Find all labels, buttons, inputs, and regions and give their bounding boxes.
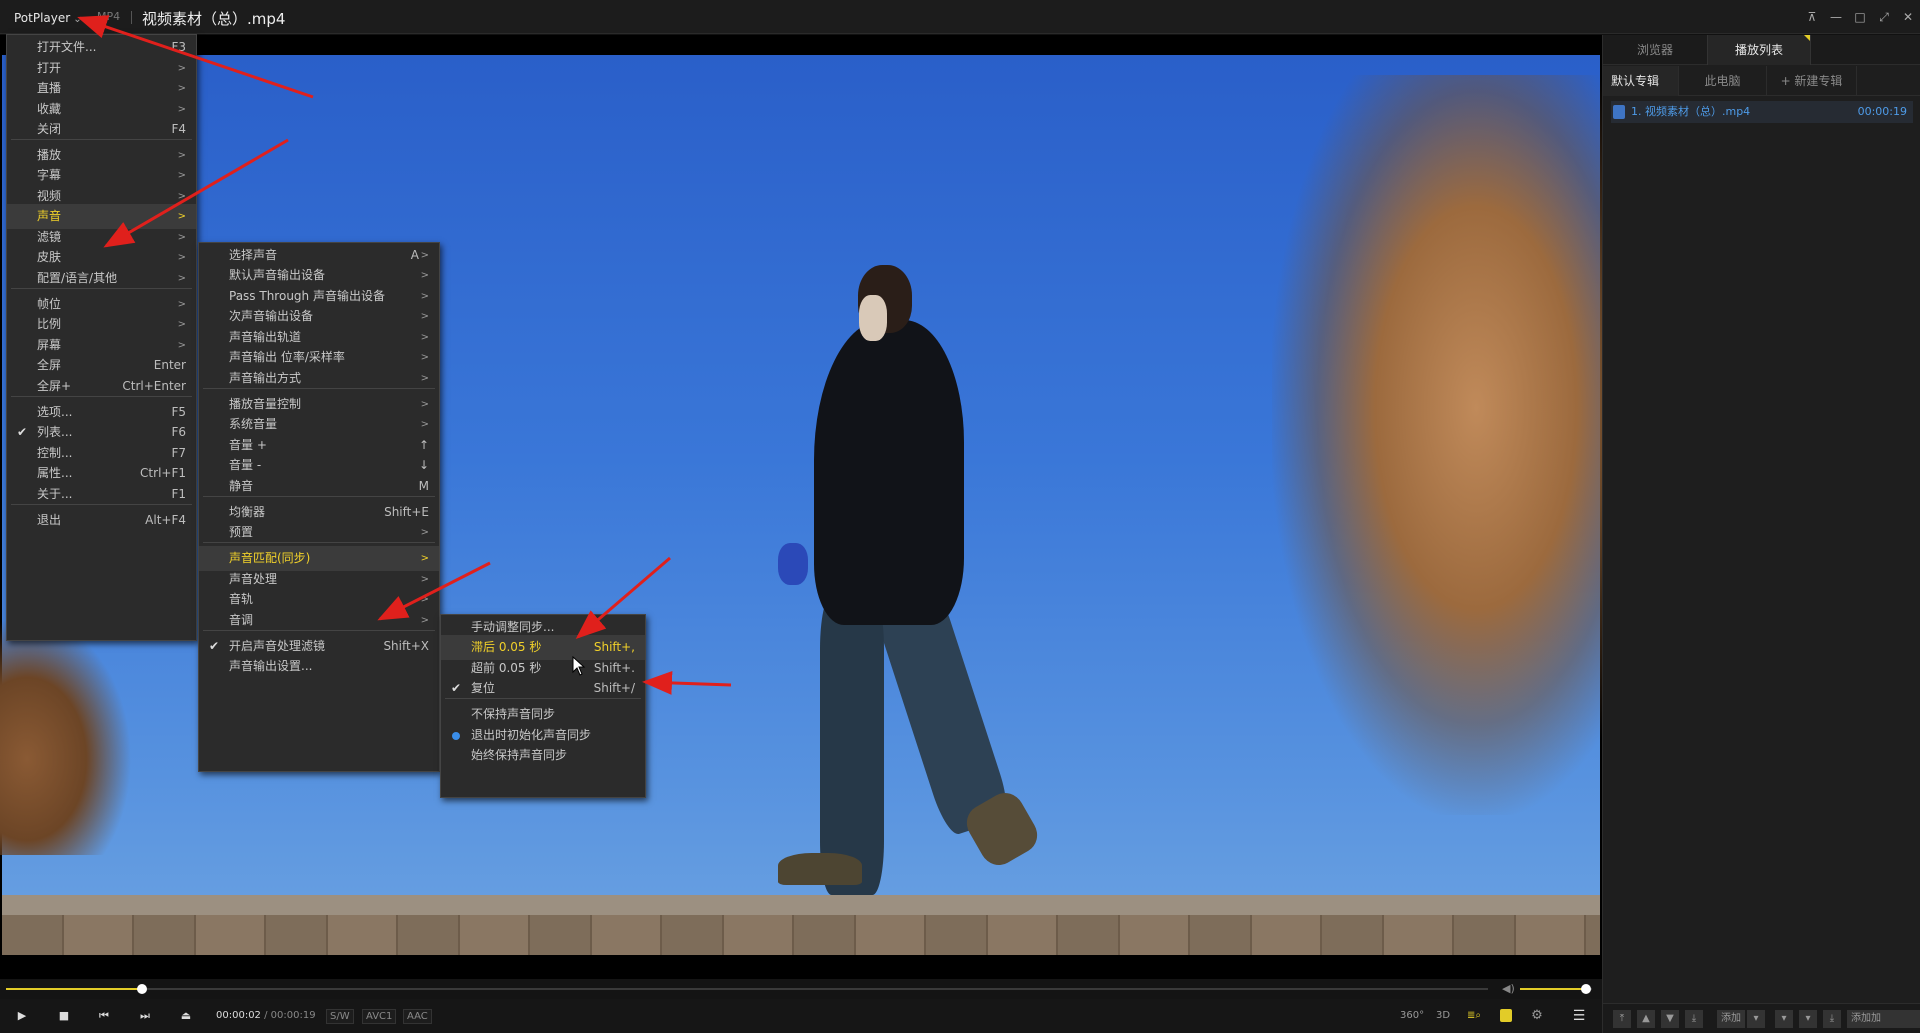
sync-menu-item-7[interactable]: 始终保持声音同步 <box>441 743 645 768</box>
delete-down-icon[interactable]: ⤓ <box>1823 1010 1841 1028</box>
filter-down-icon[interactable]: ▾ <box>1799 1010 1817 1028</box>
person-jacket <box>814 320 964 625</box>
time-total: 00:00:19 <box>270 1010 316 1021</box>
window-controls: ⊼ — □ ⤢ ✕ <box>1800 6 1920 28</box>
menu-separator <box>11 139 192 140</box>
volume-icon[interactable]: ◀) <box>1502 982 1515 995</box>
playlist-search-icon[interactable]: ≣⌕ <box>1463 1007 1485 1025</box>
playlist-panel: 浏览器 播放列表 默认专辑 此电脑 + 新建专辑 1. 视频素材（总）.mp4 … <box>1602 35 1920 1033</box>
time-separator: / <box>264 1010 268 1021</box>
main-menu-item-23[interactable]: 退出 Alt+F4 <box>7 508 196 533</box>
time-display: 00:00:02 / 00:00:19 <box>216 1010 316 1021</box>
menu-separator <box>445 698 641 699</box>
person-leg-front <box>820 595 884 895</box>
tab-default-album[interactable]: 默认专辑 <box>1603 66 1679 96</box>
tree-right <box>1272 75 1602 815</box>
fullscreen-icon[interactable]: ⤢ <box>1872 6 1896 28</box>
maximize-icon[interactable]: □ <box>1848 6 1872 28</box>
active-flag-icon <box>1804 35 1810 41</box>
video-codec-tag[interactable]: AVC1 <box>362 1009 397 1024</box>
volume-handle[interactable] <box>1581 984 1592 994</box>
menu-separator <box>203 388 435 389</box>
move-bottom-icon[interactable]: ⤓ <box>1685 1010 1703 1028</box>
play-icon[interactable]: ▶ <box>12 1007 32 1025</box>
format-label: MP4 <box>97 10 121 23</box>
playlist-toolbar: ⤒ ▲ ▼ ⤓ 添加 ▾ ▾ ▾ ⤓ 添加加 <box>1603 1003 1920 1033</box>
control-bar: ▶ ■ ⏮ ⏭ ⏏ 00:00:02 / 00:00:19 S/W AVC1 A… <box>0 999 1602 1033</box>
playlist-item[interactable]: 1. 视频素材（总）.mp4 00:00:19 <box>1611 101 1913 123</box>
minimize-icon[interactable]: — <box>1824 6 1848 28</box>
3d-button[interactable]: 3D <box>1432 1007 1454 1025</box>
person-glove <box>778 543 808 585</box>
tree-left <box>0 615 132 855</box>
app-menu-button[interactable]: PotPlayer ⌄ <box>6 8 90 28</box>
playlist-item-duration: 00:00:19 <box>1857 105 1907 118</box>
audio-codec-tag[interactable]: AAC <box>403 1009 432 1024</box>
menu-separator <box>11 504 192 505</box>
move-down-icon[interactable]: ▼ <box>1661 1010 1679 1028</box>
settings-gear-icon[interactable]: ⚙ <box>1526 1007 1548 1025</box>
seek-track[interactable] <box>6 988 1488 990</box>
tab-this-pc[interactable]: 此电脑 <box>1679 66 1767 96</box>
stop-icon[interactable]: ■ <box>54 1007 74 1025</box>
menu-separator <box>11 288 192 289</box>
tab-playlist[interactable]: 播放列表 <box>1707 35 1811 65</box>
time-current: 00:00:02 <box>216 1010 261 1021</box>
main-context-menu: 打开文件... F3 打开 > 直播 > 收藏 > 关闭 F4 播放 > 字幕 > 视频 > 声音 > 滤镜 > 皮肤 >… <box>6 34 197 641</box>
previous-icon[interactable]: ⏮ <box>94 1007 114 1025</box>
main-menu-label: 退出 <box>37 513 62 527</box>
person-shoe-front <box>778 853 862 885</box>
next-icon[interactable]: ⏭ <box>135 1007 155 1025</box>
menu-separator <box>203 630 435 631</box>
seek-handle[interactable] <box>137 984 148 994</box>
sound-menu-label: 声音输出设置... <box>229 659 313 673</box>
menu-icon[interactable]: ☰ <box>1568 1007 1590 1025</box>
sync-menu-label: 始终保持声音同步 <box>471 748 568 762</box>
title-bar: PotPlayer ⌄ MP4 视频素材（总）.mp4 ⊼ — □ ⤢ ✕ <box>0 0 1920 34</box>
move-top-icon[interactable]: ⤒ <box>1613 1010 1631 1028</box>
new-album-button[interactable]: + 新建专辑 <box>1767 66 1857 96</box>
album-tabs: 默认专辑 此电脑 + 新建专辑 <box>1603 66 1920 96</box>
menu-separator <box>11 396 192 397</box>
playlist-item-name: 1. 视频素材（总）.mp4 <box>1631 105 1751 118</box>
seek-bar[interactable]: ◀) <box>0 979 1602 999</box>
add-button[interactable]: 添加 <box>1717 1010 1745 1028</box>
tab-playlist-label: 播放列表 <box>1734 43 1783 57</box>
close-icon[interactable]: ✕ <box>1896 6 1920 28</box>
tab-browser[interactable]: 浏览器 <box>1603 35 1707 65</box>
eject-icon[interactable]: ⏏ <box>176 1007 196 1025</box>
main-menu-shortcut: Alt+F4 <box>145 513 186 527</box>
move-up-icon[interactable]: ▲ <box>1637 1010 1655 1028</box>
subtitle-icon[interactable] <box>1495 1007 1517 1025</box>
sort-down-icon[interactable]: ▾ <box>1775 1010 1793 1028</box>
mouse-cursor-icon <box>572 656 586 676</box>
menu-separator <box>203 496 435 497</box>
chevron-down-icon: ⌄ <box>73 14 82 25</box>
add-dropdown-icon[interactable]: ▾ <box>1747 1010 1765 1028</box>
stone-wall <box>2 915 1600 955</box>
audio-sync-submenu: 手动调整同步... 滞后 0.05 秒 Shift+, 超前 0.05 秒 Shift+… <box>440 614 646 798</box>
sound-submenu: 选择声音 A > 默认声音输出设备 > Pass Through 声音输出设备 > 次声音输出… <box>198 242 440 772</box>
add-more-button[interactable]: 添加加 <box>1847 1010 1920 1028</box>
panel-tabs: 浏览器 播放列表 <box>1603 35 1920 65</box>
wall-top <box>2 895 1600 915</box>
person-face <box>859 295 887 341</box>
sound-menu-item-20[interactable]: 声音输出设置... <box>199 654 439 679</box>
volume-level <box>1520 988 1587 990</box>
app-menu-label: PotPlayer <box>14 11 71 25</box>
title-separator <box>131 11 132 24</box>
pin-icon[interactable]: ⊼ <box>1800 6 1824 28</box>
window-title: 视频素材（总）.mp4 <box>142 10 286 28</box>
vr360-button[interactable]: 360° <box>1400 1007 1424 1025</box>
radio-dot-icon <box>452 732 460 740</box>
decoder-tag[interactable]: S/W <box>326 1009 354 1024</box>
video-file-icon <box>1613 105 1625 119</box>
menu-separator <box>203 542 435 543</box>
seek-played <box>6 988 143 990</box>
